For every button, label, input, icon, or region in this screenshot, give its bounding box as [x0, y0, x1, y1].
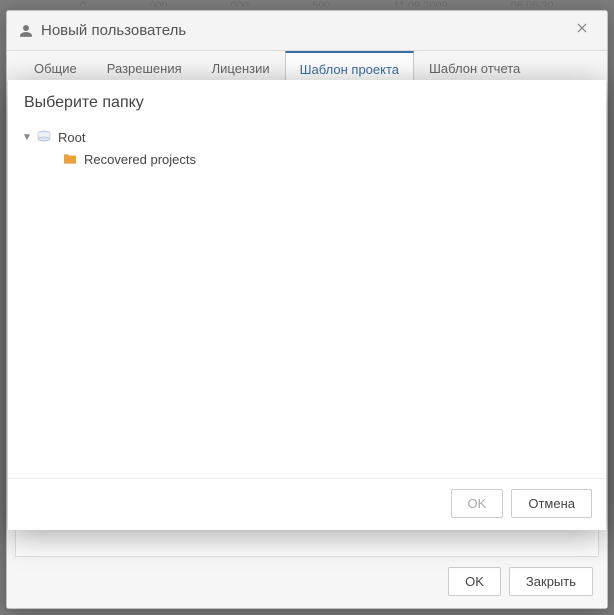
tree-node-label: Root: [58, 130, 85, 145]
folder-picker-title: Выберите папку: [8, 80, 606, 122]
user-icon: [19, 24, 33, 38]
folder-picker-footer: OK Отмена: [8, 478, 606, 530]
expander-icon[interactable]: ▼: [20, 132, 34, 143]
tree-node-recovered[interactable]: Recovered projects: [18, 148, 596, 170]
inner-ok-button[interactable]: OK: [451, 489, 504, 518]
disk-icon: [36, 129, 52, 145]
folder-icon: [62, 151, 78, 167]
outer-ok-button[interactable]: OK: [448, 567, 501, 596]
tree-node-label: Recovered projects: [84, 152, 196, 167]
dialog-header: Новый пользователь: [7, 11, 607, 51]
folder-picker-dialog: Выберите папку ▼ Root Recovered projects…: [8, 80, 606, 530]
dialog-footer: OK Закрыть: [7, 557, 607, 608]
inner-cancel-button[interactable]: Отмена: [511, 489, 592, 518]
dialog-title: Новый пользователь: [41, 22, 569, 39]
folder-tree[interactable]: ▼ Root Recovered projects: [8, 122, 606, 478]
dialog-close-button[interactable]: [569, 19, 595, 42]
tree-node-root[interactable]: ▼ Root: [18, 126, 596, 148]
outer-close-button[interactable]: Закрыть: [509, 567, 593, 596]
